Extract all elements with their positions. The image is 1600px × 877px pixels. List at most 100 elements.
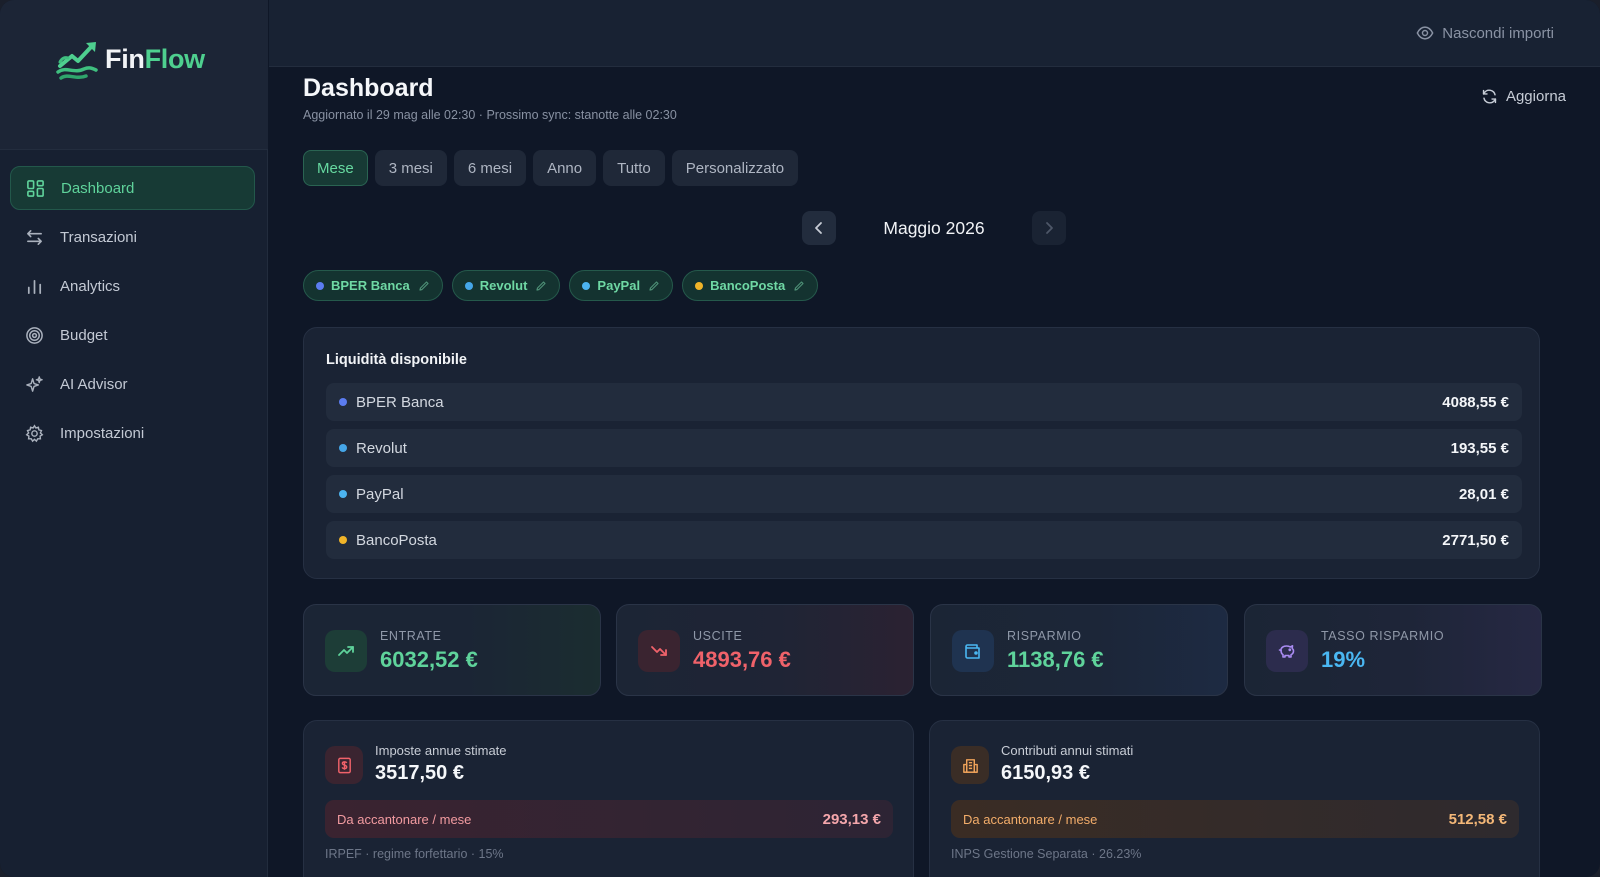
refresh-label: Aggiorna bbox=[1505, 88, 1566, 105]
contributions-note: INPS Gestione Separata · 26.23% bbox=[951, 847, 1142, 861]
refresh-icon bbox=[1482, 89, 1497, 104]
account-color-dot bbox=[316, 281, 324, 290]
sparkles-icon bbox=[24, 374, 44, 394]
account-chip-revolut[interactable]: Revolut bbox=[451, 270, 561, 301]
stat-value: 6032,52 € bbox=[380, 647, 478, 672]
stat-card-risparmio: RISPARMIO 1138,76 € bbox=[930, 604, 1228, 696]
account-name: BPER Banca bbox=[356, 393, 444, 411]
previous-month-button[interactable] bbox=[802, 211, 836, 245]
app-window: FinFlow Dashboard Transazioni Analytics … bbox=[0, 0, 1600, 877]
taxes-value: 3517,50 € bbox=[375, 762, 464, 784]
account-chip-bancoposta[interactable]: BancoPosta bbox=[682, 270, 819, 301]
account-chip-paypal[interactable]: PayPal bbox=[569, 270, 674, 301]
brand-name-part1: Fin bbox=[105, 44, 145, 74]
period-selector: Mese 3 mesi 6 mesi Anno Tutto Personaliz… bbox=[303, 150, 805, 186]
gear-icon bbox=[24, 423, 44, 443]
eye-icon bbox=[1416, 26, 1434, 40]
trend-up-icon bbox=[325, 630, 367, 672]
pencil-icon[interactable] bbox=[793, 280, 805, 292]
chevron-left-icon bbox=[815, 222, 822, 234]
list-item: BPER Banca 4088,55 € bbox=[326, 383, 1522, 421]
list-item: Revolut 193,55 € bbox=[326, 429, 1522, 467]
period-tab-6-mesi[interactable]: 6 mesi bbox=[453, 150, 527, 186]
account-name: BancoPosta bbox=[356, 531, 437, 549]
account-balance: 193,55 € bbox=[1450, 439, 1509, 457]
account-chip-label: BancoPosta bbox=[710, 278, 786, 293]
topbar: Nascondi importi bbox=[269, 0, 1600, 67]
sidebar-item-impostazioni[interactable]: Impostazioni bbox=[10, 411, 255, 455]
grid-icon bbox=[25, 178, 45, 198]
period-tab-3-mesi[interactable]: 3 mesi bbox=[374, 150, 447, 186]
pencil-icon[interactable] bbox=[418, 280, 430, 292]
contributions-label: Contributi annui stimati bbox=[1001, 743, 1134, 758]
account-color-dot bbox=[339, 536, 347, 544]
stat-label: ENTRATE bbox=[380, 629, 442, 643]
account-balance: 2771,50 € bbox=[1442, 531, 1509, 549]
period-tab-personalizzato[interactable]: Personalizzato bbox=[671, 150, 799, 186]
trend-down-icon bbox=[638, 630, 680, 672]
sidebar: FinFlow Dashboard Transazioni Analytics … bbox=[0, 0, 268, 877]
pencil-icon[interactable] bbox=[648, 280, 660, 292]
hide-amounts-button[interactable]: Nascondi importi bbox=[1416, 24, 1554, 42]
contributions-monthly-value: 512,58 € bbox=[1448, 810, 1507, 828]
month-navigator: Maggio 2026 bbox=[802, 211, 1066, 245]
sidebar-item-label: Analytics bbox=[60, 277, 121, 295]
account-color-dot bbox=[695, 281, 704, 290]
stat-label: TASSO RISPARMIO bbox=[1321, 629, 1445, 643]
account-color-dot bbox=[582, 281, 591, 290]
sidebar-item-label: Dashboard bbox=[61, 179, 135, 197]
next-month-button[interactable] bbox=[1032, 211, 1066, 245]
taxes-monthly-label: Da accantonare / mese bbox=[337, 811, 472, 827]
list-item: BancoPosta 2771,50 € bbox=[326, 521, 1522, 559]
receipt-icon bbox=[325, 746, 363, 784]
sidebar-item-transazioni[interactable]: Transazioni bbox=[10, 215, 255, 259]
main-content: Dashboard Aggiornato il 29 mag alle 02:3… bbox=[269, 67, 1600, 877]
liquidity-title: Liquidità disponibile bbox=[326, 352, 467, 368]
stat-card-entrate: ENTRATE 6032,52 € bbox=[303, 604, 601, 696]
period-tab-mese[interactable]: Mese bbox=[303, 150, 368, 186]
stat-value: 4893,76 € bbox=[693, 647, 791, 672]
pencil-icon[interactable] bbox=[535, 280, 547, 292]
brand-name-part2: Flow bbox=[144, 44, 206, 74]
building-icon bbox=[951, 746, 989, 784]
sync-status: Aggiornato il 29 mag alle 02:30 · Prossi… bbox=[303, 108, 677, 122]
sidebar-item-label: Budget bbox=[60, 326, 108, 344]
account-color-dot bbox=[339, 490, 347, 498]
sidebar-item-ai-advisor[interactable]: AI Advisor bbox=[10, 362, 255, 406]
stat-card-uscite: USCITE 4893,76 € bbox=[616, 604, 914, 696]
sidebar-item-dashboard[interactable]: Dashboard bbox=[10, 166, 255, 210]
list-item: PayPal 28,01 € bbox=[326, 475, 1522, 513]
chevron-right-icon bbox=[1046, 222, 1053, 234]
account-chip-bper-banca[interactable]: BPER Banca bbox=[303, 270, 443, 301]
period-tab-tutto[interactable]: Tutto bbox=[603, 150, 665, 186]
liquidity-card: Liquidità disponibile BPER Banca 4088,55… bbox=[303, 327, 1540, 579]
contributions-monthly-bar: Da accantonare / mese 512,58 € bbox=[951, 800, 1519, 838]
sidebar-item-label: AI Advisor bbox=[60, 375, 128, 393]
stat-value: 19% bbox=[1321, 647, 1366, 672]
piggy-bank-icon bbox=[1266, 630, 1308, 672]
current-month-label: Maggio 2026 bbox=[883, 218, 985, 238]
account-chip-label: PayPal bbox=[597, 278, 641, 293]
summary-stats: ENTRATE 6032,52 € USCITE 4893,76 € RISPA… bbox=[303, 604, 1542, 696]
sidebar-item-budget[interactable]: Budget bbox=[10, 313, 255, 357]
stat-label: RISPARMIO bbox=[1007, 629, 1082, 643]
refresh-button[interactable]: Aggiorna bbox=[1481, 88, 1566, 105]
account-chip-label: Revolut bbox=[479, 278, 528, 293]
page-title: Dashboard bbox=[303, 74, 434, 102]
stat-card-tasso-risparmio: TASSO RISPARMIO 19% bbox=[1244, 604, 1542, 696]
account-name: PayPal bbox=[356, 485, 404, 503]
account-color-dot bbox=[339, 398, 347, 406]
sidebar-item-analytics[interactable]: Analytics bbox=[10, 264, 255, 308]
stat-label: USCITE bbox=[693, 629, 743, 643]
sidebar-item-label: Impostazioni bbox=[60, 424, 145, 442]
period-tab-anno[interactable]: Anno bbox=[533, 150, 597, 186]
account-color-dot bbox=[339, 444, 347, 452]
account-chip-label: BPER Banca bbox=[331, 278, 410, 293]
sidebar-nav: Dashboard Transazioni Analytics Budget A… bbox=[10, 166, 255, 460]
liquidity-list: BPER Banca 4088,55 € Revolut 193,55 € Pa… bbox=[326, 383, 1522, 567]
wallet-icon bbox=[952, 630, 994, 672]
taxes-note: IRPEF · regime forfettario · 15% bbox=[325, 847, 504, 861]
account-name: Revolut bbox=[356, 439, 407, 457]
contributions-monthly-label: Da accantonare / mese bbox=[963, 811, 1098, 827]
taxes-monthly-bar: Da accantonare / mese 293,13 € bbox=[325, 800, 893, 838]
